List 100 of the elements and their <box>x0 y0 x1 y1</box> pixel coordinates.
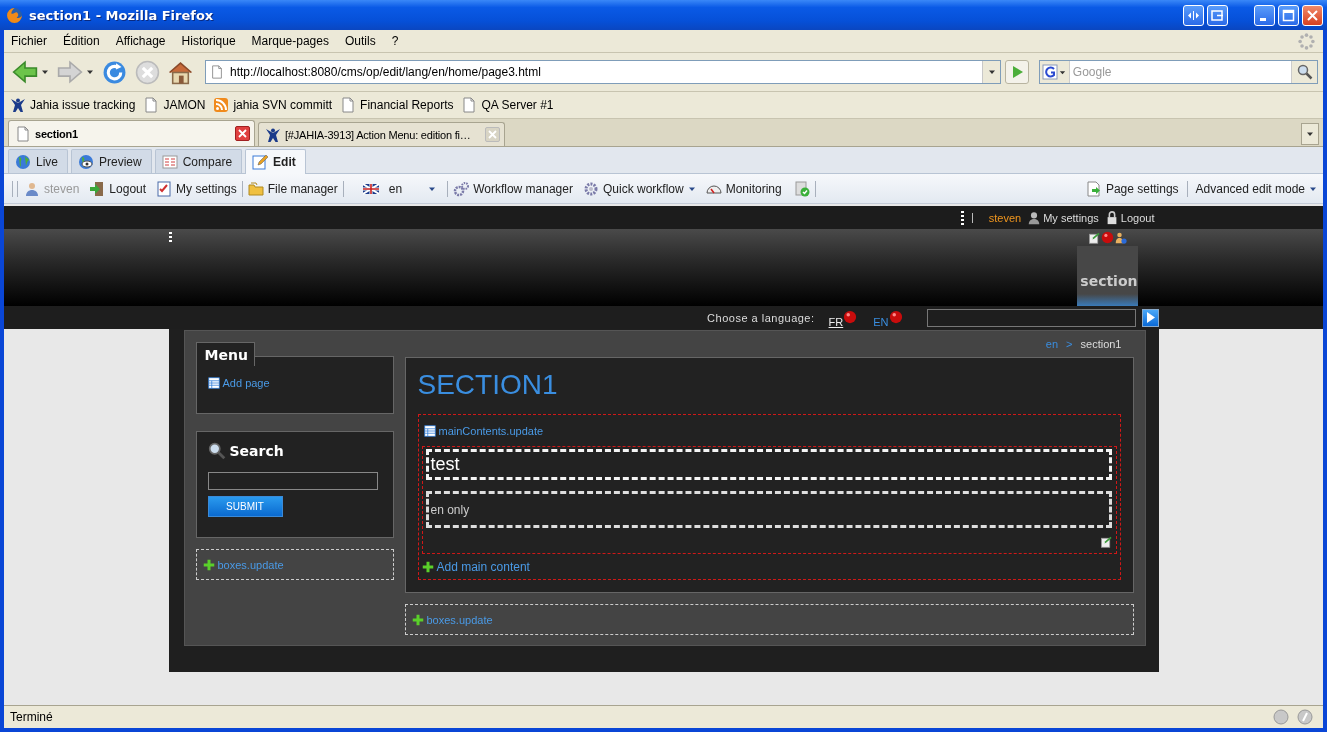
add-content-link[interactable]: Add main content <box>421 560 530 574</box>
bookmark[interactable]: Financial Reports <box>340 97 454 113</box>
home-icon <box>168 59 193 85</box>
play-icon <box>1145 312 1155 323</box>
site-search-field[interactable] <box>926 308 1136 327</box>
browser-tab[interactable]: section1 <box>8 120 255 146</box>
user-name: steven <box>988 211 1022 224</box>
drag-handle-icon[interactable] <box>168 232 172 244</box>
table-icon <box>423 424 436 437</box>
menu-title: Menu <box>195 342 255 366</box>
feed-icon <box>213 97 230 113</box>
close-tab-button[interactable] <box>235 126 250 141</box>
nav-tab[interactable]: section <box>1076 246 1138 306</box>
flag-icon <box>362 180 379 197</box>
page-heading: SECTION1 <box>417 370 559 400</box>
document-icon <box>161 153 178 170</box>
menu-item[interactable]: Édition <box>63 33 100 49</box>
close-button[interactable] <box>1302 4 1323 26</box>
engine-button[interactable] <box>1039 61 1070 83</box>
bookmark[interactable]: JAMON <box>143 97 206 113</box>
arrows-button[interactable] <box>1183 4 1204 26</box>
add-page-link[interactable]: Add page <box>207 377 393 389</box>
main-contents-link[interactable]: mainContents.update <box>423 424 544 437</box>
reload-icon <box>102 59 127 85</box>
toolbar-button[interactable]: Quick workflow <box>582 180 696 197</box>
toolbar-button[interactable]: Workflow manager <box>453 180 573 197</box>
menu-item[interactable]: Outils <box>344 33 376 49</box>
page-arrow-icon <box>1085 180 1102 197</box>
minimize-icon <box>1259 17 1266 21</box>
status-text: Terminé <box>10 710 53 724</box>
toolbar-button[interactable]: Monitoring <box>705 180 782 197</box>
page-icon <box>340 97 357 113</box>
checklist-icon <box>156 180 173 197</box>
caret-icon <box>987 68 996 76</box>
search-title: Search <box>207 442 382 460</box>
pencil-icon <box>252 154 269 170</box>
history-dropdown-button[interactable] <box>982 61 1000 83</box>
drag-handle-icon[interactable] <box>960 210 964 225</box>
plus-icon <box>202 558 215 571</box>
address-field[interactable]: http://localhost:8080/cms/op/edit/lang/en/home/page3.html <box>205 60 1001 84</box>
header-link[interactable]: My settings <box>1027 210 1099 225</box>
globe-icon <box>78 153 94 170</box>
maximize-button[interactable] <box>1278 4 1299 26</box>
toolbar-button[interactable]: Advanced edit mode <box>1195 181 1317 196</box>
window-title: section1 - Mozilla Firefox <box>29 7 214 23</box>
publish-button[interactable] <box>793 180 810 197</box>
content-item[interactable]: en only <box>425 491 1112 528</box>
check-icon <box>793 180 810 197</box>
gear-icon <box>582 180 599 197</box>
mode-tab[interactable]: Live <box>8 149 68 173</box>
bookmark[interactable]: Jahia issue tracking <box>10 97 136 113</box>
bookmark[interactable]: jahia SVN committ <box>213 97 333 113</box>
page-icon <box>143 97 160 113</box>
menu-item[interactable]: ? <box>391 33 399 49</box>
toolbar-button[interactable]: My settings <box>156 180 237 197</box>
gears-icon <box>453 180 470 197</box>
toolbar-button[interactable]: File manager <box>247 180 338 197</box>
arrows-icon <box>1187 8 1200 22</box>
window-icon <box>1211 8 1224 22</box>
breadcrumb-current: section1 <box>1080 338 1122 350</box>
header-link[interactable]: Logout <box>1104 210 1155 225</box>
door-arrow-icon <box>89 180 106 197</box>
tab-list-button[interactable] <box>1301 123 1319 145</box>
browser-tab[interactable]: [#JAHIA-3913] Action Menu: edition fi… <box>258 122 505 146</box>
toolbar-button[interactable]: Logout <box>89 180 147 197</box>
search-input[interactable] <box>207 472 378 490</box>
window-switch-button[interactable] <box>1207 4 1228 26</box>
figure-icon <box>265 126 281 143</box>
search-button[interactable] <box>1291 61 1317 83</box>
menu-item[interactable]: Fichier <box>11 33 47 49</box>
menu-item[interactable]: Affichage <box>115 33 166 49</box>
content-item[interactable]: test <box>425 449 1112 480</box>
caret-icon <box>41 68 49 76</box>
edit-icon <box>1087 231 1100 244</box>
language-label: Choose a language: <box>707 311 815 324</box>
toolbar-button[interactable]: Page settings <box>1085 180 1179 197</box>
menu-item[interactable]: Historique <box>181 33 236 49</box>
page-icon <box>15 125 31 142</box>
mode-tab[interactable]: Compare <box>154 149 243 173</box>
bookmark[interactable]: QA Server #1 <box>461 97 554 113</box>
minimize-button[interactable] <box>1254 4 1275 26</box>
menu-item[interactable]: Marque-pages <box>251 33 329 49</box>
mode-tab[interactable]: Preview <box>71 149 152 173</box>
search-go-button[interactable] <box>1141 308 1159 327</box>
search-field[interactable]: Google <box>1038 60 1318 84</box>
mode-tab[interactable]: Edit <box>245 149 306 174</box>
forward-arrow-icon <box>57 59 83 85</box>
language-link[interactable]: FR <box>828 307 858 328</box>
dot-icon <box>1100 231 1114 244</box>
language-link[interactable]: EN <box>873 307 903 328</box>
caret-icon <box>1058 68 1066 76</box>
submit-button[interactable]: SUBMIT <box>207 496 283 517</box>
caret-icon <box>1306 130 1314 138</box>
page-icon <box>210 65 224 79</box>
toolbar-button[interactable]: en <box>362 180 437 197</box>
figure-icon <box>10 97 26 113</box>
users-icon <box>1114 231 1127 244</box>
engine-icon <box>1041 64 1058 80</box>
go-button[interactable] <box>1005 60 1029 84</box>
breadcrumb-separator: > <box>1066 338 1073 350</box>
